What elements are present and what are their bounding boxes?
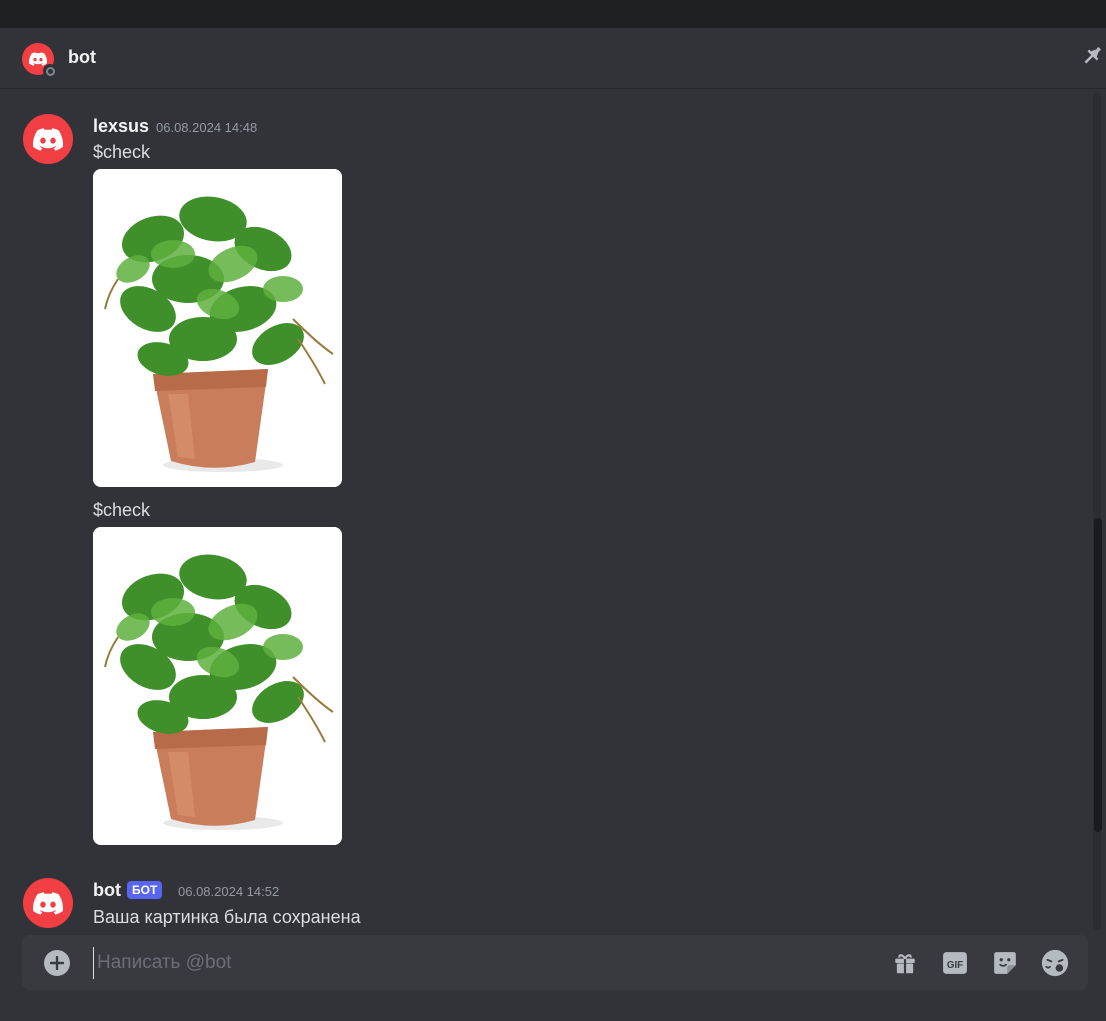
- plant-in-pot-image: [93, 527, 342, 845]
- discord-logo-icon: [33, 892, 63, 915]
- message-text: $check: [93, 500, 151, 520]
- avatar[interactable]: [23, 878, 73, 928]
- discord-logo-icon: [29, 52, 47, 66]
- emoji-icon[interactable]: [1040, 948, 1070, 978]
- svg-text:GIF: GIF: [947, 960, 963, 971]
- gift-icon[interactable]: [890, 948, 920, 978]
- sticker-icon[interactable]: [990, 948, 1020, 978]
- image-attachment[interactable]: [93, 169, 342, 487]
- bot-tag-badge: БОТ: [127, 881, 163, 899]
- message-text: Ваша картинка была сохранена: [93, 907, 361, 927]
- discord-logo-icon: [33, 128, 63, 151]
- header-avatar[interactable]: [22, 43, 57, 78]
- channel-header: bot: [0, 28, 1106, 89]
- scrollbar-thumb[interactable]: [1094, 518, 1102, 832]
- gif-icon[interactable]: GIF: [940, 948, 970, 978]
- status-indicator: [43, 64, 57, 78]
- plant-in-pot-image: [93, 169, 342, 487]
- message-timestamp: 06.08.2024 14:52: [178, 884, 280, 899]
- image-attachment[interactable]: [93, 527, 342, 845]
- pin-icon[interactable]: [1080, 42, 1106, 72]
- message-input[interactable]: [93, 947, 853, 979]
- channel-title: bot: [68, 47, 96, 67]
- message-author[interactable]: bot: [93, 880, 121, 901]
- message-composer: GIF: [22, 935, 1088, 990]
- window-top-bar: [0, 0, 1106, 28]
- message-author[interactable]: lexsus: [93, 116, 149, 137]
- add-circle-icon[interactable]: [44, 950, 70, 976]
- message-list[interactable]: lexsus 06.08.2024 14:48 $check $check bo…: [0, 90, 1092, 930]
- message-text: $check: [93, 142, 151, 162]
- avatar[interactable]: [23, 114, 73, 164]
- message-timestamp: 06.08.2024 14:48: [156, 120, 258, 135]
